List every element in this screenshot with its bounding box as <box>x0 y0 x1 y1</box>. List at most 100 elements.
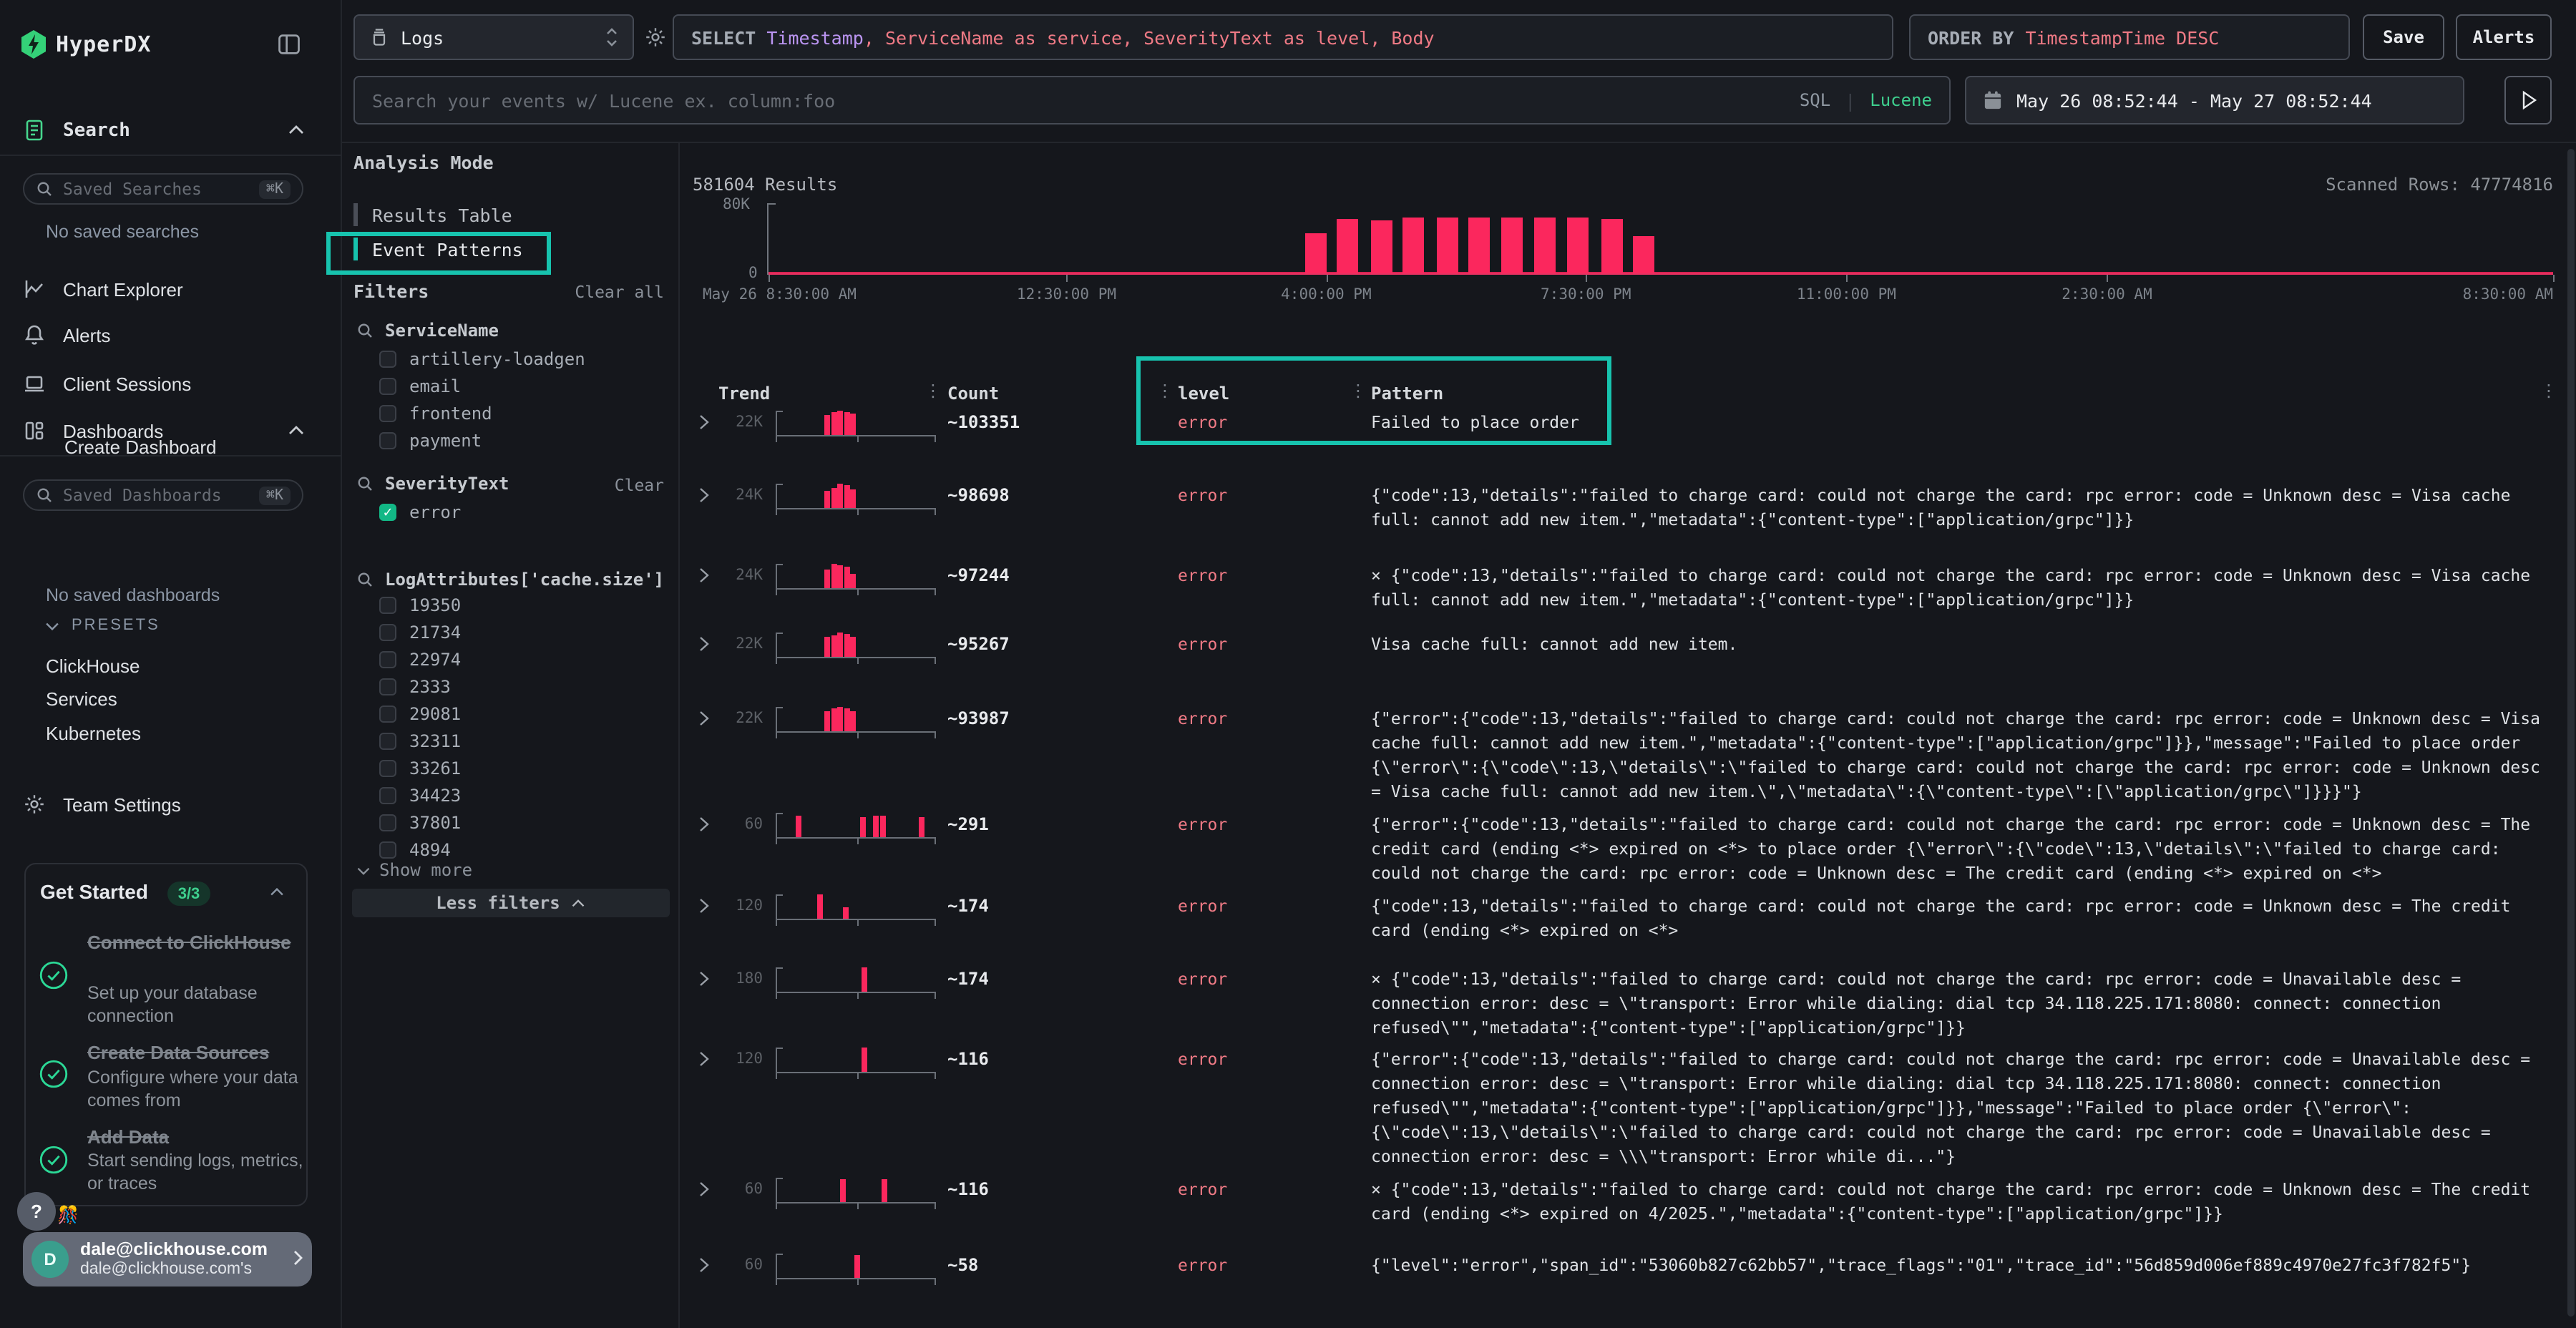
sidebar: HyperDX Search Saved Searches ⌘K No save… <box>0 0 342 1328</box>
checkbox[interactable] <box>379 623 396 640</box>
filter-option[interactable]: artillery-loadgen <box>342 345 680 372</box>
lucene-mode-toggle[interactable]: Lucene <box>1870 90 1932 110</box>
source-select[interactable]: Logs <box>353 14 634 60</box>
level-value: error <box>1178 412 1227 432</box>
checkbox[interactable] <box>379 377 396 394</box>
trend-max-label: 60 <box>691 816 763 833</box>
clear-severity-link[interactable]: Clear <box>615 475 664 495</box>
checkbox[interactable] <box>379 841 396 858</box>
filter-option[interactable]: 22974 <box>342 645 680 673</box>
sidebar-item-team-settings[interactable]: Team Settings <box>0 786 342 823</box>
sidebar-item-search[interactable]: Search <box>0 112 342 149</box>
get-started-step-title[interactable]: Add Data <box>87 1126 302 1149</box>
get-started-progress-badge: 3/3 <box>167 882 210 906</box>
chart-line-icon <box>23 278 46 301</box>
checkbox[interactable] <box>379 759 396 776</box>
axis-tick <box>857 993 858 999</box>
saved-dashboards-search[interactable]: Saved Dashboards ⌘K <box>23 479 303 511</box>
select-clause-input[interactable]: SELECT Timestamp , ServiceName as servic… <box>673 14 1893 60</box>
filter-option[interactable]: 2333 <box>342 673 680 700</box>
search-icon[interactable] <box>356 571 374 588</box>
servicename-options: artillery-loadgen email frontendpayment <box>342 345 680 454</box>
sidebar-item-client-sessions[interactable]: Client Sessions <box>0 365 342 402</box>
checkbox[interactable] <box>379 705 396 722</box>
vertical-scrollbar[interactable] <box>2567 149 2575 1317</box>
date-range-picker[interactable]: May 26 08:52:44 - May 27 08:52:44 <box>1965 76 2464 125</box>
checkbox[interactable]: ✓ <box>379 503 396 520</box>
less-filters-button[interactable]: Less filters <box>352 889 670 917</box>
filter-option[interactable]: 32311 <box>342 727 680 754</box>
sparkline-bar <box>831 412 836 435</box>
axis-tick <box>935 590 936 595</box>
checkbox[interactable] <box>379 596 396 613</box>
sidebar-item-chart-explorer[interactable]: Chart Explorer <box>0 270 342 308</box>
get-started-card: Get Started 3/3 Connect to ClickHouse Se… <box>24 863 308 1206</box>
checkbox[interactable] <box>379 431 396 449</box>
sql-mode-toggle[interactable]: SQL <box>1800 90 1830 110</box>
search-input[interactable] <box>372 89 1785 111</box>
preset-clickhouse[interactable]: ClickHouse <box>46 655 140 677</box>
trend-max-label: 22K <box>691 414 763 431</box>
orderby-clause-input[interactable]: ORDER BY TimestampTime DESC <box>1909 14 2350 60</box>
chevron-right-icon <box>292 1249 303 1266</box>
checkbox[interactable] <box>379 814 396 831</box>
axis-tick <box>857 1073 858 1079</box>
axis-tick <box>935 658 936 664</box>
search-icon[interactable] <box>356 475 374 492</box>
show-more-toggle[interactable]: Show more <box>356 860 472 880</box>
checkbox[interactable] <box>379 404 396 421</box>
presets-section-label[interactable]: PRESETS <box>72 617 160 634</box>
mode-event-patterns[interactable]: Event Patterns <box>353 233 611 265</box>
filter-option[interactable]: ✓error <box>342 498 680 525</box>
filter-option[interactable]: 33261 <box>342 754 680 781</box>
source-settings-gear-icon[interactable] <box>644 26 667 49</box>
filter-option[interactable]: 34423 <box>342 781 680 809</box>
axis-tick <box>776 920 777 926</box>
run-search-play-button[interactable] <box>2504 76 2552 125</box>
checkbox[interactable] <box>379 350 396 367</box>
pattern-text: {"error":{"code":13,"details":"failed to… <box>1371 707 2559 804</box>
save-button[interactable]: Save <box>2363 14 2444 60</box>
search-icon[interactable] <box>356 322 374 339</box>
filter-option[interactable]: 19350 <box>342 591 680 618</box>
source-select-value: Logs <box>401 26 594 48</box>
trend-max-label: 120 <box>691 897 763 914</box>
get-started-step-title[interactable]: Connect to ClickHouse <box>87 932 302 954</box>
filter-option-label: 29081 <box>409 703 461 723</box>
help-button[interactable]: ? <box>17 1192 56 1231</box>
filter-option[interactable]: frontend <box>342 399 680 426</box>
create-dashboard-label[interactable]: Create Dashboard <box>64 436 216 458</box>
sidebar-collapse-icon[interactable] <box>276 31 302 57</box>
pattern-text: × {"code":13,"details":"failed to charge… <box>1371 1178 2559 1226</box>
chevron-up-icon[interactable] <box>269 887 285 897</box>
app-title[interactable]: HyperDX <box>56 31 151 57</box>
filter-option[interactable]: email <box>342 372 680 399</box>
chevron-down-icon[interactable] <box>44 621 60 631</box>
filter-option[interactable]: 29081 <box>342 700 680 727</box>
trend-sparkline <box>776 411 936 436</box>
sidebar-item-alerts[interactable]: Alerts <box>0 316 342 353</box>
filter-option[interactable]: 21734 <box>342 618 680 645</box>
checkbox[interactable] <box>379 650 396 668</box>
preset-kubernetes[interactable]: Kubernetes <box>46 723 141 744</box>
checkbox[interactable] <box>379 678 396 695</box>
axis-tick <box>776 1279 777 1285</box>
filter-option-label: email <box>409 376 461 396</box>
filter-option[interactable]: payment <box>342 426 680 454</box>
mode-results-table[interactable]: Results Table <box>353 199 611 230</box>
level-value: error <box>1178 814 1227 834</box>
checkbox[interactable] <box>379 732 396 749</box>
mode-label: Results Table <box>372 204 512 225</box>
filter-option[interactable]: 37801 <box>342 809 680 836</box>
get-started-step-title[interactable]: Create Data Sources <box>87 1042 302 1065</box>
preset-services[interactable]: Services <box>46 688 117 710</box>
hyperdx-logo-icon[interactable] <box>21 30 46 59</box>
filter-group-servicename: ServiceName <box>356 321 499 341</box>
saved-searches-search[interactable]: Saved Searches ⌘K <box>23 173 303 205</box>
select-chevrons-icon <box>605 26 618 49</box>
user-menu[interactable]: D dale@clickhouse.com dale@clickhouse.co… <box>23 1232 312 1286</box>
filter-option[interactable]: 4894 <box>342 836 680 863</box>
clear-all-filters-link[interactable]: Clear all <box>575 282 664 302</box>
checkbox[interactable] <box>379 786 396 804</box>
alerts-button[interactable]: Alerts <box>2456 14 2552 60</box>
